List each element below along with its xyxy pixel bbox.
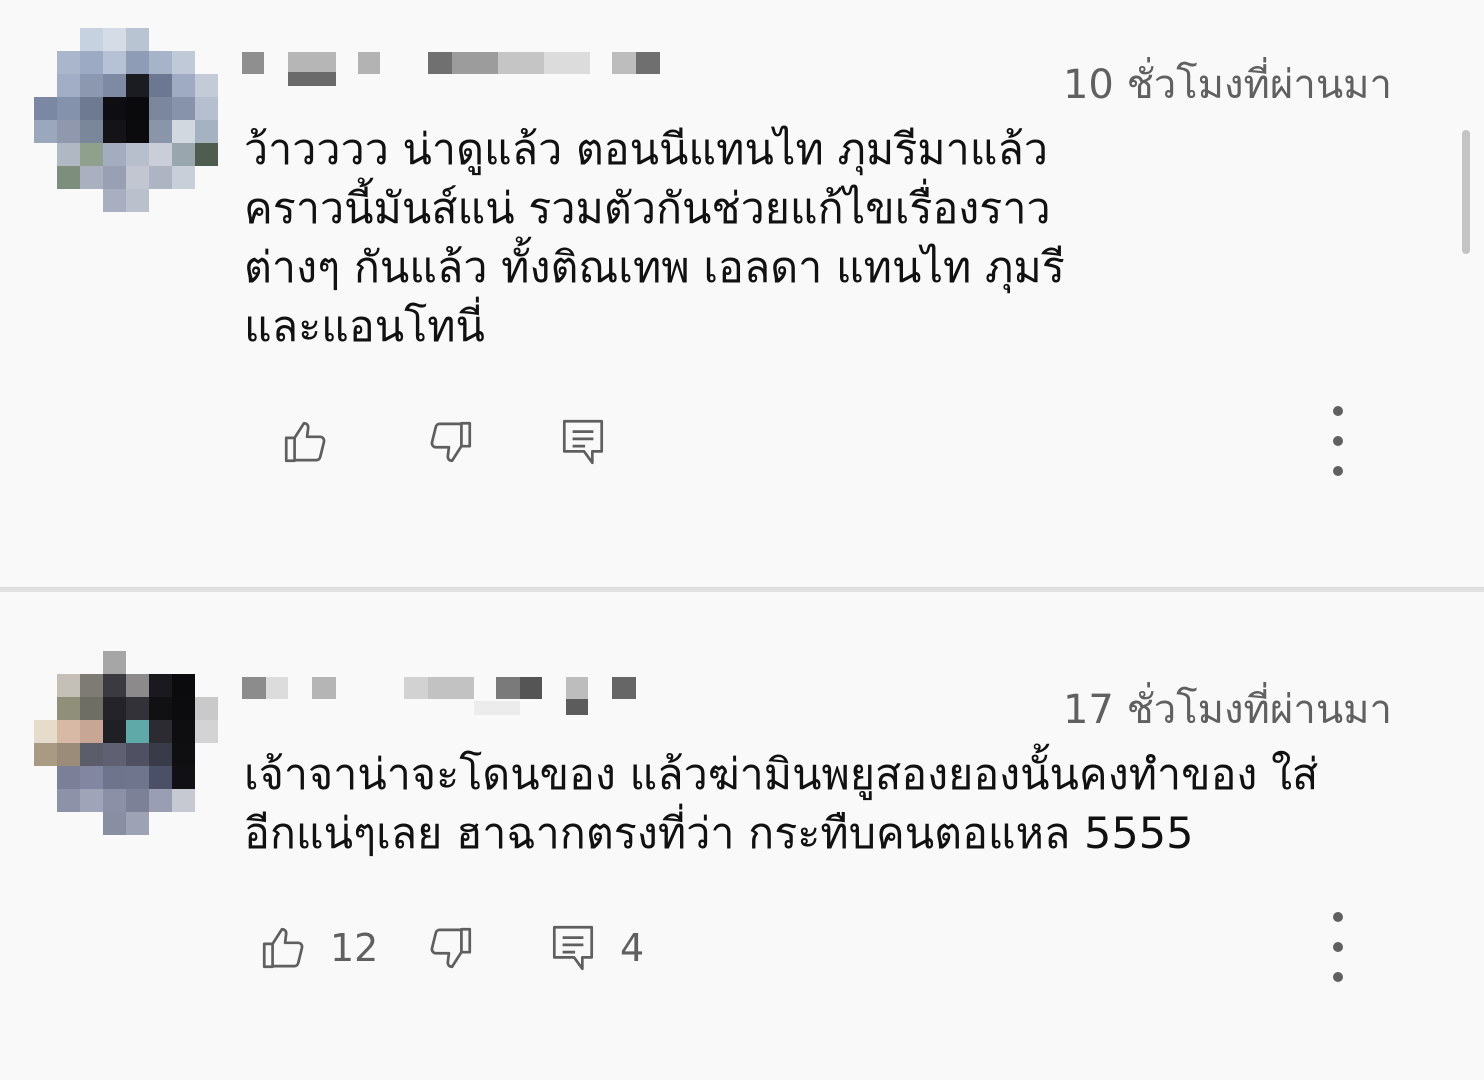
thumbs-down-icon (430, 927, 472, 969)
username-redacted[interactable] (242, 48, 672, 88)
comment-text-line: เจ้าจาน่าจะโดนของ แล้วฆ่ามินพยูสองยองนั้… (244, 750, 1319, 800)
more-options-button[interactable] (1318, 912, 1358, 982)
comment-text-line: และแอนโทนี่ (244, 302, 485, 352)
comment-timestamp: 10 ชั่วโมงที่ผ่านมา (1062, 62, 1392, 108)
comment-actions: 12 4 (0, 912, 1484, 982)
like-button[interactable] (280, 412, 330, 472)
dislike-button[interactable] (426, 918, 476, 978)
comment-text-line: ว้าวววว น่าดูแล้ว ตอนนีแทนไท ภุมรีมาแล้ว (244, 125, 1049, 175)
like-button[interactable]: 12 (258, 918, 378, 978)
more-vertical-icon (1333, 466, 1343, 476)
thumbs-up-icon (262, 927, 304, 969)
comment-text-line: ต่างๆ กันแล้ว ทั้งติณเทพ เอลดา แทนไท ภุม… (244, 243, 1065, 293)
comment-text: ว้าวววว น่าดูแล้ว ตอนนีแทนไท ภุมรีมาแล้ว… (244, 121, 1394, 357)
reply-button[interactable]: 4 (548, 918, 644, 978)
thumbs-up-icon (284, 421, 326, 463)
more-vertical-icon (1333, 406, 1343, 416)
comment-item: 10 ชั่วโมงที่ผ่านมา ว้าวววว น่าดูแล้ว ตอ… (0, 0, 1484, 588)
dislike-button[interactable] (426, 412, 476, 472)
comment-text-line: อีกแน่ๆเลย ฮาฉากตรงที่ว่า กระทืบคนตอแหล … (244, 809, 1194, 859)
comments-screen: 10 ชั่วโมงที่ผ่านมา ว้าวววว น่าดูแล้ว ตอ… (0, 0, 1484, 1080)
reply-comment-icon (562, 419, 604, 465)
more-vertical-icon (1333, 972, 1343, 982)
reply-count: 4 (620, 926, 645, 970)
more-vertical-icon (1333, 912, 1343, 922)
more-options-button[interactable] (1318, 406, 1358, 476)
comment-text-line: คราวนี้มันส์แน่ รวมตัวกันช่วยแก้ไขเรื่อง… (244, 184, 1051, 234)
like-count: 12 (330, 926, 379, 970)
thumbs-down-icon (430, 421, 472, 463)
comment-timestamp: 17 ชั่วโมงที่ผ่านมา (1062, 687, 1392, 733)
comment-item: 17 ชั่วโมงที่ผ่านมา เจ้าจาน่าจะโดนของ แล… (0, 591, 1484, 1080)
comment-actions (0, 406, 1484, 476)
reply-comment-icon (552, 925, 594, 971)
username-redacted[interactable] (242, 673, 672, 715)
avatar[interactable] (34, 28, 220, 214)
avatar[interactable] (34, 651, 220, 837)
more-vertical-icon (1333, 436, 1343, 446)
scrollbar[interactable] (1462, 130, 1470, 254)
comment-text: เจ้าจาน่าจะโดนของ แล้วฆ่ามินพยูสองยองนั้… (244, 746, 1444, 864)
more-vertical-icon (1333, 942, 1343, 952)
reply-button[interactable] (558, 412, 608, 472)
